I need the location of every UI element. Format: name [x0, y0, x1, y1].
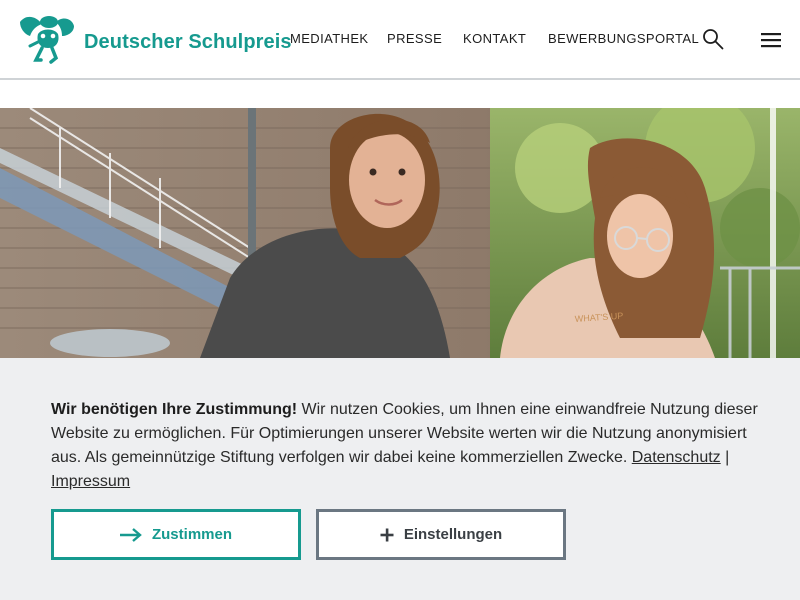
cookie-consent-banner: Wir benötigen Ihre Zustimmung! Wir nutze…	[0, 358, 800, 600]
nav-link-mediathek[interactable]: MEDIATHEK	[290, 31, 368, 46]
settings-button-label: Einstellungen	[403, 526, 503, 543]
settings-button[interactable]: Einstellungen	[316, 509, 566, 560]
brand-name[interactable]: Deutscher Schulpreis	[84, 31, 292, 54]
link-separator: |	[720, 449, 730, 466]
nav-link-presse[interactable]: PRESSE	[387, 31, 442, 46]
accept-button[interactable]: Zustimmen	[51, 509, 301, 560]
consent-heading: Wir benötigen Ihre Zustimmung!	[51, 401, 298, 418]
search-icon[interactable]	[702, 28, 724, 50]
privacy-link[interactable]: Datenschutz	[632, 449, 721, 466]
plus-icon	[380, 528, 394, 541]
hero-photo-students: WHAT'S UP	[0, 108, 800, 358]
nav-link-kontakt[interactable]: KONTAKT	[463, 31, 526, 46]
hero-image: WHAT'S UP	[0, 108, 800, 358]
school-prize-logo-icon[interactable]	[16, 12, 80, 68]
arrow-right-icon	[119, 527, 142, 542]
site-header: Deutscher Schulpreis MEDIATHEK PRESSE KO…	[0, 0, 800, 80]
nav-link-bewerbungsportal[interactable]: BEWERBUNGSPORTAL	[548, 31, 699, 46]
hamburger-menu-icon[interactable]	[760, 31, 782, 49]
imprint-link[interactable]: Impressum	[51, 473, 130, 490]
consent-message: Wir benötigen Ihre Zustimmung! Wir nutze…	[51, 398, 771, 494]
accept-button-label: Zustimmen	[151, 526, 232, 543]
